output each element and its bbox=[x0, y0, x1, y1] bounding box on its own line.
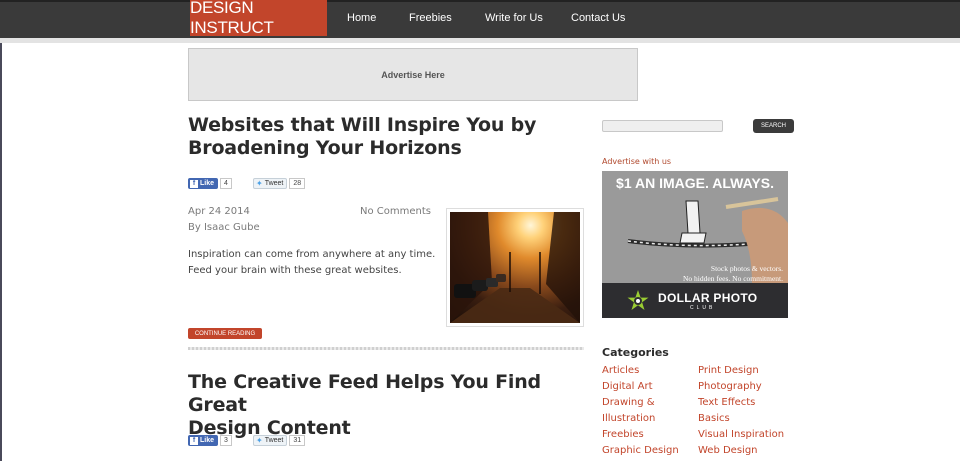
categories-list-left: Articles Digital Art Drawing & Illustrat… bbox=[602, 363, 679, 459]
window-edge bbox=[0, 43, 2, 461]
nav-link-home[interactable]: Home bbox=[347, 12, 376, 24]
tweet-label: Tweet bbox=[264, 180, 284, 187]
ad-footer: DOLLAR PHOTO CLUB bbox=[602, 283, 788, 318]
twitter-bird-icon: ✦ bbox=[256, 436, 263, 445]
dollar-photo-club-ad[interactable]: $1 AN IMAGE. ALWAYS. Stock photos & vect… bbox=[602, 171, 788, 318]
street-sunset-photo[interactable] bbox=[450, 212, 580, 323]
nav-link-contact-us[interactable]: Contact Us bbox=[571, 12, 625, 24]
advertise-with-us-link[interactable]: Advertise with us bbox=[602, 157, 671, 166]
ad-brand-name: DOLLAR PHOTO bbox=[658, 291, 758, 305]
category-link[interactable]: Basics bbox=[698, 411, 784, 427]
ad-brand-subtitle: CLUB bbox=[690, 305, 716, 311]
tweet-button[interactable]: ✦ Tweet bbox=[253, 178, 288, 189]
like-count: 3 bbox=[220, 435, 232, 446]
post-author[interactable]: By Isaac Gube bbox=[188, 222, 260, 233]
site-logo[interactable]: DESIGN INSTRUCT bbox=[190, 0, 327, 37]
post-title-line[interactable]: Design Content bbox=[188, 417, 588, 440]
category-link[interactable]: Drawing & bbox=[602, 395, 679, 411]
facebook-like-button[interactable]: f Like bbox=[188, 178, 219, 189]
like-label: Like bbox=[200, 437, 215, 444]
category-link[interactable]: Web Design bbox=[698, 443, 784, 459]
post-title[interactable]: Websites that Will Inspire You by Broade… bbox=[188, 114, 588, 160]
category-link[interactable]: Illustration bbox=[602, 411, 679, 427]
post-excerpt: Inspiration can come from anywhere at an… bbox=[188, 247, 438, 279]
post-title-line[interactable]: The Creative Feed Helps You Find Great bbox=[188, 371, 588, 417]
facebook-icon: f bbox=[190, 179, 198, 188]
post-title-line[interactable]: Broadening Your Horizons bbox=[188, 137, 588, 160]
category-link[interactable]: Digital Art bbox=[602, 379, 679, 395]
nav-link-freebies[interactable]: Freebies bbox=[409, 12, 452, 24]
like-label: Like bbox=[200, 180, 215, 187]
advertise-here-banner[interactable]: Advertise Here bbox=[188, 48, 638, 101]
continue-reading-button[interactable]: CONTINUE READING bbox=[188, 328, 262, 339]
categories-list-right: Print Design Photography Text Effects Ba… bbox=[698, 363, 784, 459]
nav-item-write-for-us[interactable]: Write for Us bbox=[485, 0, 543, 36]
tweet-widget[interactable]: ✦ Tweet 28 bbox=[253, 178, 306, 189]
facebook-like-button[interactable]: f Like bbox=[188, 435, 219, 446]
nav-link-write-for-us[interactable]: Write for Us bbox=[485, 12, 543, 24]
post-comments-link[interactable]: No Comments bbox=[360, 206, 431, 217]
post-date: Apr 24 2014 bbox=[188, 206, 250, 217]
nav-item-contact-us[interactable]: Contact Us bbox=[571, 0, 625, 36]
post-title-line[interactable]: Websites that Will Inspire You by bbox=[188, 114, 588, 137]
tweet-label: Tweet bbox=[264, 437, 284, 444]
ad-subtext: Stock photos & vectors. No hidden fees. … bbox=[683, 264, 783, 284]
tweet-widget[interactable]: ✦ Tweet 31 bbox=[253, 435, 306, 446]
twitter-bird-icon: ✦ bbox=[256, 179, 263, 188]
category-link[interactable]: Text Effects bbox=[698, 395, 784, 411]
facebook-like-widget[interactable]: f Like 3 bbox=[188, 435, 232, 446]
category-link[interactable]: Articles bbox=[602, 363, 679, 379]
dollar-photo-club-logo-icon bbox=[627, 290, 649, 310]
nav-item-home[interactable]: Home bbox=[347, 0, 376, 36]
tweet-button[interactable]: ✦ Tweet bbox=[253, 435, 288, 446]
excerpt-line: Inspiration can come from anywhere at an… bbox=[188, 249, 436, 260]
category-link[interactable]: Graphic Design bbox=[602, 443, 679, 459]
post-separator bbox=[188, 347, 584, 350]
like-count: 4 bbox=[220, 178, 232, 189]
category-link[interactable]: Visual Inspiration bbox=[698, 427, 784, 443]
excerpt-line: Feed your brain with these great website… bbox=[188, 265, 402, 276]
facebook-icon: f bbox=[190, 436, 198, 445]
tweet-count: 28 bbox=[289, 178, 306, 189]
facebook-like-widget[interactable]: f Like 4 bbox=[188, 178, 232, 189]
post-thumbnail[interactable] bbox=[446, 208, 584, 327]
category-link[interactable]: Photography bbox=[698, 379, 784, 395]
search-button[interactable]: SEARCH bbox=[753, 119, 794, 133]
nav-item-freebies[interactable]: Freebies bbox=[409, 0, 452, 36]
category-link[interactable]: Print Design bbox=[698, 363, 784, 379]
categories-heading: Categories bbox=[602, 346, 669, 359]
ad-subtext-line: Stock photos & vectors. bbox=[710, 264, 783, 273]
post-title[interactable]: The Creative Feed Helps You Find Great D… bbox=[188, 371, 588, 440]
category-link[interactable]: Freebies bbox=[602, 427, 679, 443]
header-divider bbox=[0, 38, 960, 43]
top-navigation-bar bbox=[0, 0, 960, 38]
search-input[interactable] bbox=[602, 120, 723, 132]
tweet-count: 31 bbox=[289, 435, 306, 446]
